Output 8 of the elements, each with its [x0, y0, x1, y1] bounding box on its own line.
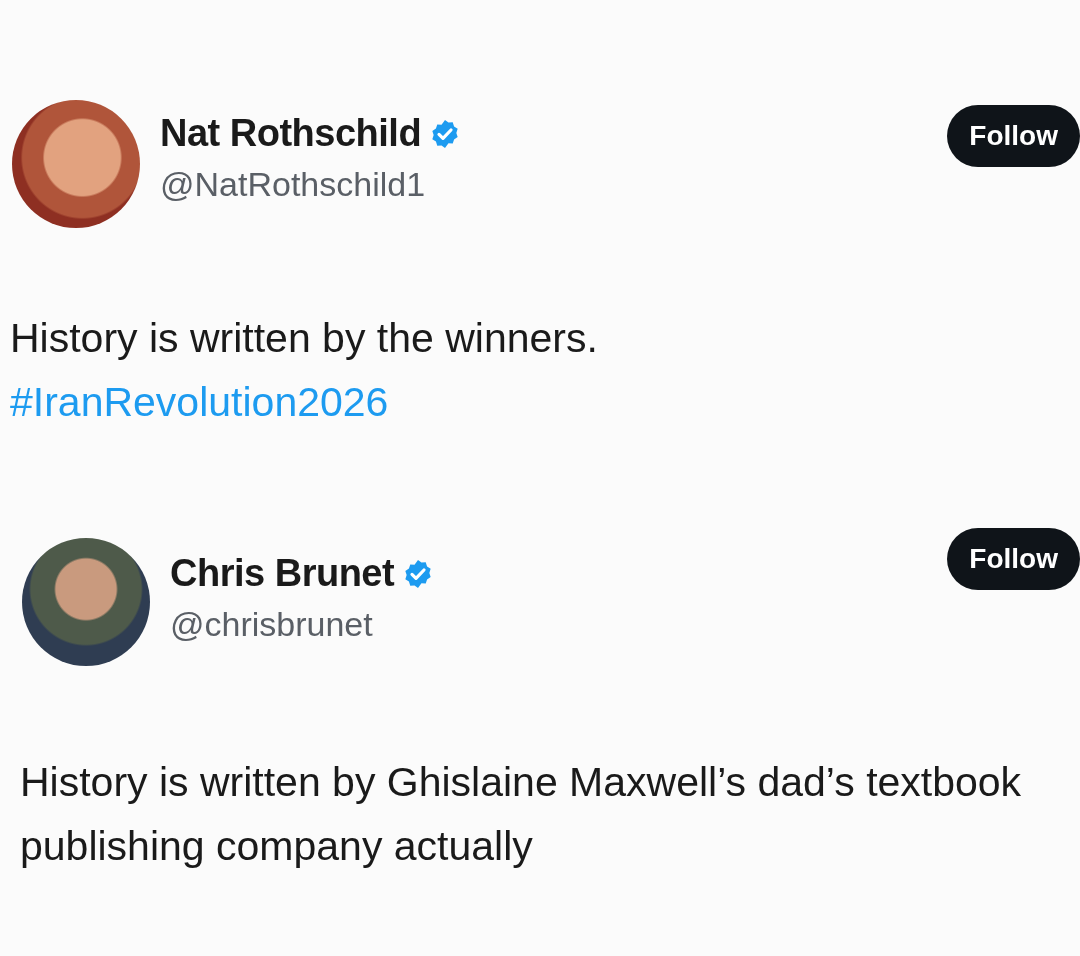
follow-button[interactable]: Follow: [947, 105, 1080, 167]
author-handle[interactable]: @chrisbrunet: [170, 605, 948, 644]
post-text: History is written by the winners.: [10, 314, 598, 363]
author-name[interactable]: Nat Rothschild: [160, 112, 422, 155]
post-text: History is written by Ghislaine Maxwell’s dad’s textbook publishing company actually: [20, 758, 1023, 871]
follow-button[interactable]: Follow: [947, 528, 1080, 590]
author-name[interactable]: Chris Brunet: [170, 552, 395, 595]
author-handle[interactable]: @NatRothschild1: [160, 165, 948, 204]
